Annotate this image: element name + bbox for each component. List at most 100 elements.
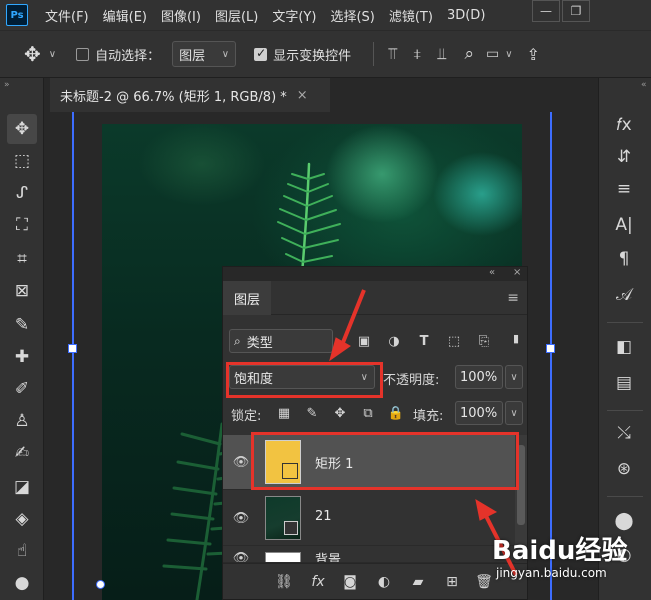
menu-3d[interactable]: 3D(D) bbox=[440, 8, 492, 23]
filter-smart-object-icon[interactable]: ⎘ bbox=[473, 330, 495, 352]
opacity-input[interactable]: 100% bbox=[455, 365, 503, 389]
tab-layers[interactable]: 图层 bbox=[223, 281, 271, 315]
eraser-tool-icon[interactable]: ◪ bbox=[7, 472, 37, 502]
layers-panel-footer: ⛓ fx ◙ ◐ ▰ ⊞ 🗑 bbox=[223, 563, 527, 599]
move-tool-icon[interactable]: ✥ bbox=[24, 42, 41, 66]
chevron-down-icon: ∨ bbox=[221, 48, 230, 60]
character-icon[interactable]: A| bbox=[609, 210, 639, 240]
auto-select-checkbox[interactable] bbox=[76, 47, 90, 61]
divider bbox=[373, 42, 375, 66]
add-mask-icon[interactable]: ◙ bbox=[339, 571, 361, 593]
layer-thumbnail-white bbox=[265, 552, 301, 562]
healing-brush-tool-icon[interactable]: ✚ bbox=[7, 342, 37, 372]
menu-select[interactable]: 选择(S) bbox=[323, 6, 381, 25]
expand-panels-icon[interactable]: « bbox=[641, 80, 647, 90]
brush-tool-icon[interactable]: ✐ bbox=[7, 374, 37, 404]
channels-icon[interactable]: ⊛ bbox=[609, 454, 639, 484]
adjustments-sliders-icon[interactable]: ≡ bbox=[609, 174, 639, 204]
add-style-fx-icon[interactable]: fx bbox=[307, 571, 329, 593]
lock-label: 锁定: bbox=[231, 409, 262, 424]
restore-button[interactable]: ❐ bbox=[562, 0, 590, 22]
layer-thumbnail-photo bbox=[265, 496, 301, 540]
clone-stamp-tool-icon[interactable]: ♙ bbox=[7, 406, 37, 436]
transform-handle-right[interactable] bbox=[546, 344, 555, 353]
workspace-chevron-icon[interactable]: ∨ bbox=[505, 49, 512, 60]
align-bottom-icon[interactable]: ⫫ bbox=[437, 44, 446, 64]
lock-all-icon[interactable]: 🔒 bbox=[385, 402, 407, 424]
smudge-tool-icon[interactable]: ☝ bbox=[7, 536, 37, 566]
object-select-tool-icon[interactable]: ⛶ bbox=[7, 210, 37, 240]
tool-preset-chevron-icon[interactable]: ∨ bbox=[49, 49, 56, 60]
eye-icon[interactable]: 👁 bbox=[231, 550, 251, 563]
menu-layer[interactable]: 图层(L) bbox=[208, 6, 265, 25]
search-icon[interactable]: ⌕ bbox=[464, 44, 474, 64]
new-adjustment-icon[interactable]: ◐ bbox=[373, 571, 395, 593]
gradient-icon[interactable]: ◧ bbox=[609, 332, 639, 362]
history-brush-tool-icon[interactable]: ✍ bbox=[7, 438, 37, 468]
crop-tool-icon[interactable]: ⌗ bbox=[7, 244, 37, 274]
paths-icon[interactable]: ⤯ bbox=[609, 418, 639, 448]
layer-row[interactable]: 👁 背景 bbox=[223, 547, 515, 563]
layer-row[interactable]: 👁 21 bbox=[223, 491, 515, 546]
collapse-panel-icon[interactable]: « bbox=[489, 267, 495, 278]
fx-icon[interactable]: 𝑓x bbox=[609, 110, 639, 140]
lasso-tool-icon[interactable]: ᔑ bbox=[7, 178, 37, 208]
watermark-url: jingyan.baidu.com bbox=[496, 566, 607, 580]
show-transform-checkbox[interactable] bbox=[254, 46, 268, 61]
filter-toggle-icon[interactable]: ▮ bbox=[505, 327, 527, 349]
opacity-chevron-icon[interactable]: ∨ bbox=[505, 365, 523, 389]
dodge-tool-icon[interactable]: ● bbox=[7, 568, 37, 598]
fill-chevron-icon[interactable]: ∨ bbox=[505, 401, 523, 425]
filter-shape-icon[interactable]: ⬚ bbox=[443, 330, 465, 352]
eye-icon[interactable]: 👁 bbox=[231, 510, 251, 526]
close-icon[interactable]: × bbox=[297, 88, 308, 103]
align-vcenter-icon[interactable]: ⧧ bbox=[413, 44, 421, 64]
transform-handle-bottom-left[interactable] bbox=[96, 580, 105, 589]
lock-image-icon[interactable]: ✎ bbox=[301, 402, 323, 424]
menu-filter[interactable]: 滤镜(T) bbox=[382, 6, 440, 25]
lock-position-icon[interactable]: ✥ bbox=[329, 402, 351, 424]
fill-input[interactable]: 100% bbox=[455, 401, 503, 425]
auto-select-target-dropdown[interactable]: 图层 ∨ bbox=[172, 41, 237, 67]
filter-type-icon[interactable]: T bbox=[413, 330, 435, 352]
lock-artboard-icon[interactable]: ⧉ bbox=[357, 402, 379, 424]
eye-icon[interactable]: 👁 bbox=[231, 454, 251, 470]
filter-adjustment-icon[interactable]: ◑ bbox=[383, 330, 405, 352]
filter-kind-dropdown[interactable]: ⌕ 类型 bbox=[229, 329, 333, 353]
transform-handle-left[interactable] bbox=[68, 344, 77, 353]
move-tool-icon[interactable]: ✥ bbox=[7, 114, 37, 144]
document-tab-title: 未标题-2 @ 66.7% (矩形 1, RGB/8) * bbox=[60, 89, 287, 105]
align-top-icon[interactable]: ⫪ bbox=[388, 44, 397, 64]
document-tab[interactable]: 未标题-2 @ 66.7% (矩形 1, RGB/8) * × bbox=[50, 78, 330, 112]
panel-menu-icon[interactable]: ≡ bbox=[507, 290, 519, 306]
close-panel-icon[interactable]: × bbox=[513, 267, 521, 278]
lock-transparent-icon[interactable]: ▦ bbox=[273, 402, 295, 424]
link-layers-icon[interactable]: ⛓ bbox=[273, 571, 295, 593]
layer-name[interactable]: 21 bbox=[315, 509, 332, 524]
collapse-toolbar-icon[interactable]: » bbox=[4, 80, 10, 90]
paragraph-icon[interactable]: ¶ bbox=[609, 244, 639, 274]
menu-image[interactable]: 图像(I) bbox=[154, 6, 208, 25]
properties-icon[interactable]: ▤ bbox=[609, 368, 639, 398]
new-group-icon[interactable]: ▰ bbox=[407, 571, 429, 593]
layer-name[interactable]: 背景 bbox=[315, 549, 341, 562]
glyphs-icon[interactable]: 𝒜 bbox=[609, 280, 639, 310]
layer-filter-row: ⌕ 类型 ▣ ◑ T ⬚ ⎘ ▮ bbox=[223, 325, 527, 355]
menu-edit[interactable]: 编辑(E) bbox=[96, 6, 154, 25]
paint-bucket-tool-icon[interactable]: ◈ bbox=[7, 504, 37, 534]
history-icon[interactable]: ⇵ bbox=[609, 142, 639, 172]
menu-type[interactable]: 文字(Y) bbox=[265, 6, 323, 25]
workspace-icon[interactable]: ▭ bbox=[486, 46, 499, 62]
share-icon[interactable]: ⇪ bbox=[527, 45, 540, 64]
panel-titlebar: « × bbox=[223, 267, 527, 281]
annotation-box-layer bbox=[251, 432, 519, 490]
filter-pixel-icon[interactable]: ▣ bbox=[353, 330, 375, 352]
menu-file[interactable]: 文件(F) bbox=[38, 6, 96, 25]
auto-select-label: 自动选择： bbox=[95, 48, 161, 64]
transform-bound-right bbox=[550, 112, 552, 600]
eyedropper-tool-icon[interactable]: ✎ bbox=[7, 310, 37, 340]
minimize-button[interactable]: — bbox=[532, 0, 560, 22]
marquee-tool-icon[interactable]: ⬚ bbox=[7, 146, 37, 176]
new-layer-icon[interactable]: ⊞ bbox=[441, 571, 463, 593]
frame-tool-icon[interactable]: ⊠ bbox=[7, 276, 37, 306]
